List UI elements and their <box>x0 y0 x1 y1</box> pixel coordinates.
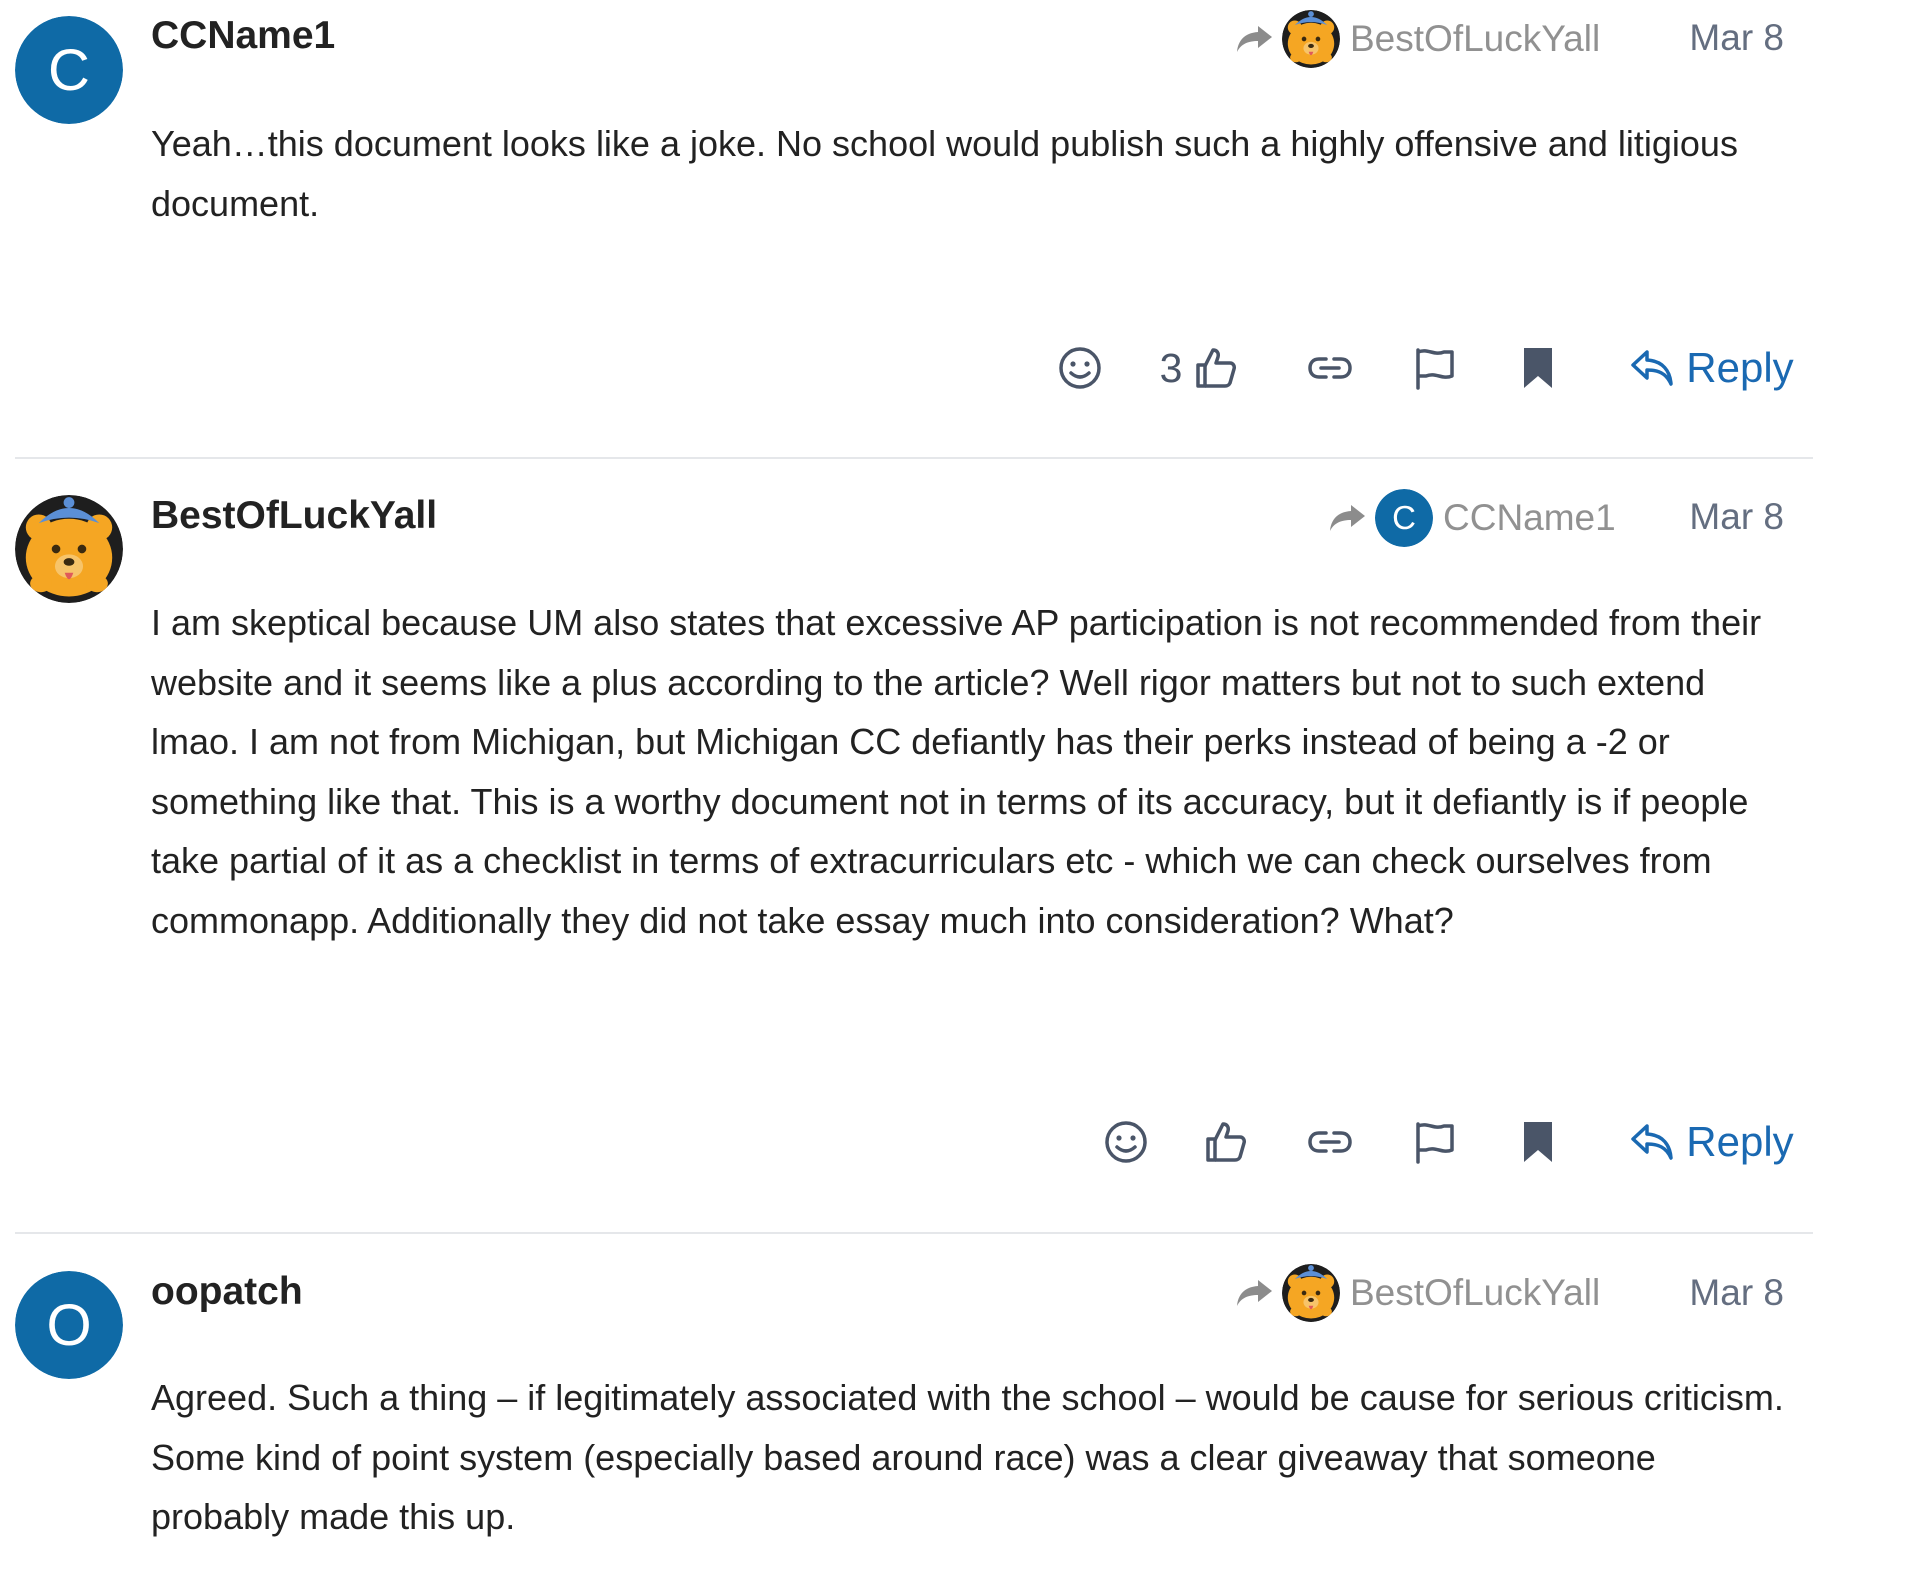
reaction-button[interactable] <box>1050 338 1110 398</box>
like-count: 3 <box>1159 344 1183 391</box>
copy-link-button[interactable] <box>1300 1112 1360 1172</box>
bookmark-icon <box>1514 1118 1562 1166</box>
avatar[interactable] <box>15 495 123 603</box>
share-arrow-icon <box>1327 503 1367 533</box>
reply-to-avatar <box>1282 10 1340 68</box>
flag-icon <box>1410 344 1458 392</box>
reply-button[interactable]: Reply <box>1626 338 1796 398</box>
reply-to-username: BestOfLuckYall <box>1350 1272 1601 1313</box>
copy-link-button[interactable] <box>1300 338 1360 398</box>
flag-button[interactable] <box>1404 1112 1464 1172</box>
share-arrow-icon <box>1234 24 1274 54</box>
username[interactable]: oopatch <box>151 1270 303 1314</box>
bear-avatar-icon <box>1282 1264 1340 1322</box>
link-icon <box>1306 1118 1354 1166</box>
link-icon <box>1306 344 1354 392</box>
post-body: Yeah…this document looks like a joke. No… <box>151 123 1738 224</box>
post-body: Agreed. Such a thing – if legitimately a… <box>151 1377 1784 1537</box>
post-date[interactable]: Mar 8 <box>1689 17 1784 59</box>
post-body: I am skeptical because UM also states th… <box>151 602 1762 941</box>
reply-label: Reply <box>1686 1118 1794 1165</box>
reply-to-avatar <box>1282 1264 1340 1322</box>
flag-icon <box>1410 1118 1458 1166</box>
bookmark-button[interactable] <box>1508 338 1568 398</box>
reply-to-indicator[interactable]: BestOfLuckYall <box>1234 1263 1600 1323</box>
flag-button[interactable] <box>1404 338 1464 398</box>
reply-to-username: BestOfLuckYall <box>1350 18 1601 59</box>
avatar[interactable]: O <box>15 1271 123 1379</box>
smiley-icon <box>1102 1118 1150 1166</box>
post-date[interactable]: Mar 8 <box>1689 1272 1784 1314</box>
bear-avatar-icon <box>1282 10 1340 68</box>
bear-avatar-icon <box>15 495 123 603</box>
smiley-icon <box>1056 344 1104 392</box>
reaction-button[interactable] <box>1096 1112 1156 1172</box>
thumbs-up-icon <box>1202 1118 1250 1166</box>
reply-arrow-icon <box>1628 344 1676 392</box>
bookmark-icon <box>1514 344 1562 392</box>
reply-to-username: CCName1 <box>1443 497 1616 538</box>
reply-to-avatar: C <box>1375 489 1433 547</box>
avatar[interactable]: C <box>15 16 123 124</box>
bookmark-button[interactable] <box>1508 1112 1568 1172</box>
thumbs-up-icon <box>1192 344 1240 392</box>
username[interactable]: CCName1 <box>151 14 335 58</box>
reply-arrow-icon <box>1628 1118 1676 1166</box>
post-divider <box>15 1232 1813 1234</box>
like-button[interactable] <box>1196 1112 1256 1172</box>
username[interactable]: BestOfLuckYall <box>151 494 437 538</box>
reply-label: Reply <box>1686 344 1794 391</box>
reply-to-indicator[interactable]: C CCName1 <box>1327 488 1616 548</box>
post-actions: Reply <box>0 1112 1920 1172</box>
reply-button[interactable]: Reply <box>1626 1112 1796 1172</box>
post-date[interactable]: Mar 8 <box>1689 496 1784 538</box>
post-divider <box>15 457 1813 459</box>
post-actions: 3 Reply <box>0 338 1920 398</box>
like-button[interactable]: 3 <box>1150 338 1250 398</box>
share-arrow-icon <box>1234 1278 1274 1308</box>
reply-to-indicator[interactable]: BestOfLuckYall <box>1234 9 1600 69</box>
